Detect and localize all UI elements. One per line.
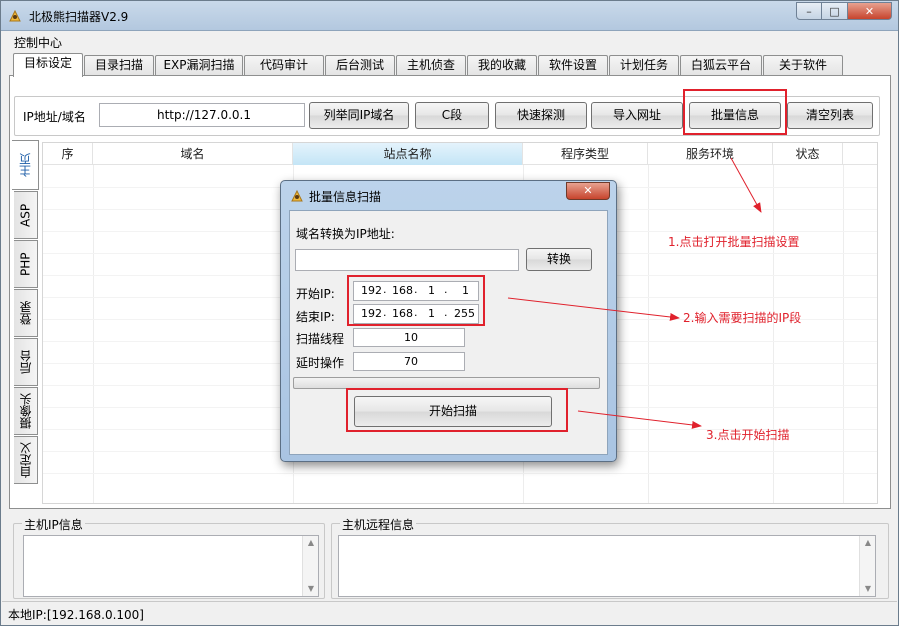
host-remote-info-textarea[interactable]: ▲ ▼ xyxy=(338,535,876,597)
annotation-step-2: 2.输入需要扫描的IP段 xyxy=(683,311,802,325)
minimize-button[interactable]: – xyxy=(796,2,822,20)
scroll-up-icon[interactable]: ▲ xyxy=(860,536,876,550)
side-tab-backend[interactable]: 后台 xyxy=(14,338,38,386)
annotation-step-1: 1.点击打开批量扫描设置 xyxy=(668,235,800,249)
maximize-button[interactable]: □ xyxy=(822,2,848,20)
import-url-button[interactable]: 导入网址 xyxy=(591,102,683,129)
tab-host-recon[interactable]: 主机侦查 xyxy=(396,55,466,76)
tab-target-settings[interactable]: 目标设定 xyxy=(13,53,83,77)
side-tab-asp[interactable]: ASP xyxy=(14,191,38,239)
host-ip-info-textarea[interactable]: ▲ ▼ xyxy=(23,535,319,597)
host-ip-info-group: 主机IP信息 ▲ ▼ xyxy=(13,516,325,599)
start-scan-button[interactable]: 开始扫描 xyxy=(354,396,552,427)
title-bar[interactable]: 北极熊扫描器V2.9 – □ ✕ xyxy=(1,1,898,31)
batch-info-button[interactable]: 批量信息 xyxy=(689,102,781,129)
scroll-down-icon[interactable]: ▼ xyxy=(303,582,319,596)
window-title: 北极熊扫描器V2.9 xyxy=(29,10,129,24)
menu-bar: 控制中心 xyxy=(2,32,897,50)
scan-progress-bar xyxy=(293,377,600,389)
col-site-name[interactable]: 站点名称 xyxy=(293,143,523,165)
convert-button[interactable]: 转换 xyxy=(526,248,592,271)
status-bar: 本地IP:[192.168.0.100] xyxy=(2,601,897,625)
start-ip-octet-4[interactable]: 1 xyxy=(462,284,469,297)
menu-control-center[interactable]: 控制中心 xyxy=(14,34,62,51)
close-button[interactable]: ✕ xyxy=(848,2,892,20)
side-tab-camera[interactable]: 摄像头 xyxy=(14,387,38,435)
threads-label: 扫描线程 xyxy=(296,332,345,346)
col-program-type[interactable]: 程序类型 xyxy=(523,143,648,165)
end-ip-octet-1[interactable]: 192 xyxy=(361,307,382,320)
bear-paw-icon xyxy=(291,189,303,202)
tab-about[interactable]: 关于软件 xyxy=(763,55,843,76)
ip-domain-label: IP地址/域名 xyxy=(23,110,86,124)
tab-scheduled-tasks[interactable]: 计划任务 xyxy=(609,55,679,76)
end-ip-octet-2[interactable]: 168 xyxy=(392,307,413,320)
target-toolbar: IP地址/域名 http://127.0.0.1 列举同IP域名 C段 快速探测… xyxy=(14,89,880,136)
col-index[interactable]: 序 xyxy=(43,143,93,165)
batch-scan-dialog: 批量信息扫描 ✕ 域名转换为IP地址: 转换 开始IP: 192 . 168 .… xyxy=(280,180,617,462)
col-domain[interactable]: 域名 xyxy=(93,143,293,165)
side-tab-login[interactable]: 登录 xyxy=(14,289,38,337)
tab-dir-scan[interactable]: 目录扫描 xyxy=(84,55,154,76)
dialog-close-button[interactable]: ✕ xyxy=(566,182,610,200)
quick-probe-button[interactable]: 快速探测 xyxy=(495,102,587,129)
end-ip-octet-4[interactable]: 255 xyxy=(454,307,475,320)
dialog-title: 批量信息扫描 xyxy=(309,190,382,204)
col-server-env[interactable]: 服务环境 xyxy=(648,143,773,165)
delay-label: 延时操作 xyxy=(296,356,345,370)
side-tab-home[interactable]: 主页 xyxy=(12,140,39,190)
domain-input[interactable] xyxy=(295,249,519,271)
side-tabs: 主页 ASP PHP 登录 后台 摄像头 自定义 xyxy=(12,140,40,484)
dialog-body: 域名转换为IP地址: 转换 开始IP: 192 . 168 . 1 . 1 结束… xyxy=(289,210,608,455)
tab-backend-test[interactable]: 后台测试 xyxy=(325,55,395,76)
end-ip-label: 结束IP: xyxy=(296,310,335,324)
scroll-up-icon[interactable]: ▲ xyxy=(303,536,319,550)
tab-favorites[interactable]: 我的收藏 xyxy=(467,55,537,76)
start-ip-octet-3[interactable]: 1 xyxy=(428,284,435,297)
scroll-down-icon[interactable]: ▼ xyxy=(860,582,876,596)
annotation-step-3: 3.点击开始扫描 xyxy=(706,428,790,442)
grid-header: 序 域名 站点名称 程序类型 服务环境 状态 xyxy=(43,143,877,165)
tab-code-audit[interactable]: 代码审计 xyxy=(244,55,324,76)
local-ip-status: 本地IP:[192.168.0.100] xyxy=(8,608,144,622)
start-ip-octet-1[interactable]: 192 xyxy=(361,284,382,297)
domain-to-ip-label: 域名转换为IP地址: xyxy=(296,227,395,241)
c-segment-button[interactable]: C段 xyxy=(415,102,489,129)
side-tab-custom[interactable]: 自定义 xyxy=(14,436,38,484)
col-status[interactable]: 状态 xyxy=(773,143,843,165)
bear-paw-icon xyxy=(9,9,21,22)
tab-baihu-cloud[interactable]: 白狐云平台 xyxy=(680,55,762,76)
start-ip-input[interactable]: 192 . 168 . 1 . 1 xyxy=(353,281,479,301)
end-ip-input[interactable]: 192 . 168 . 1 . 255 xyxy=(353,304,479,324)
host-ip-info-title: 主机IP信息 xyxy=(22,516,85,533)
tab-exp-scan[interactable]: EXP漏洞扫描 xyxy=(155,55,243,76)
side-tab-php[interactable]: PHP xyxy=(14,240,38,288)
threads-input[interactable]: 10 xyxy=(353,328,465,347)
delay-input[interactable]: 70 xyxy=(353,352,465,371)
main-tabs: 目标设定 目录扫描 EXP漏洞扫描 代码审计 后台测试 主机侦查 我的收藏 软件… xyxy=(9,53,889,77)
tab-software-settings[interactable]: 软件设置 xyxy=(538,55,608,76)
host-remote-info-group: 主机远程信息 ▲ ▼ xyxy=(331,516,889,599)
start-ip-label: 开始IP: xyxy=(296,287,335,301)
list-same-ip-button[interactable]: 列举同IP域名 xyxy=(309,102,409,129)
host-remote-info-title: 主机远程信息 xyxy=(340,516,417,533)
host-remote-scrollbar[interactable]: ▲ ▼ xyxy=(859,536,875,596)
clear-list-button[interactable]: 清空列表 xyxy=(787,102,873,129)
url-input[interactable]: http://127.0.0.1 xyxy=(99,103,305,127)
end-ip-octet-3[interactable]: 1 xyxy=(428,307,435,320)
start-ip-octet-2[interactable]: 168 xyxy=(392,284,413,297)
host-ip-scrollbar[interactable]: ▲ ▼ xyxy=(302,536,318,596)
